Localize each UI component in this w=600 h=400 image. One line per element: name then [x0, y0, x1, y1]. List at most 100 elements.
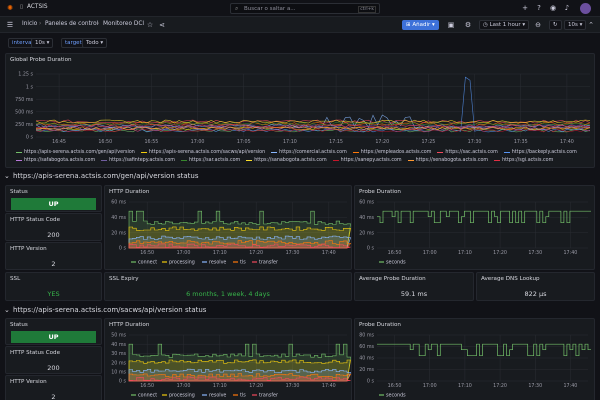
x-tick-label: 17:40 — [322, 383, 336, 389]
legend-item[interactable]: processing — [169, 260, 195, 266]
collapse-icon[interactable]: ⌃ — [586, 20, 596, 30]
probe-duration-panel[interactable]: Probe Duration 60 ms 40 ms 20 ms 0 s 16:50 17… — [354, 185, 595, 270]
y-tick-label: 50 ms — [111, 333, 126, 339]
legend-item[interactable]: connect — [138, 260, 157, 266]
legend-item[interactable]: https://empleados.actsis.com — [352, 150, 431, 155]
grafana-logo-icon[interactable]: ✺ — [5, 3, 15, 13]
settings-icon[interactable]: ⚙ — [463, 20, 473, 30]
y-tick-label: 750 ms — [15, 97, 33, 103]
legend-item[interactable]: https://safintepy.actsis.com — [101, 158, 175, 163]
ssl-value: YES — [47, 290, 60, 298]
legend-item[interactable]: resolve — [209, 260, 226, 266]
legend-item[interactable]: seconds — [386, 260, 406, 266]
y-tick-label: 250 ms — [15, 122, 33, 128]
global-probe-duration-panel[interactable]: Global Probe Duration 1.25 s1 s 750 ms 500… — [5, 53, 595, 168]
series-line — [35, 114, 591, 128]
y-tick-label: 20 ms — [111, 230, 126, 236]
add-button[interactable]: ⊞ Añadir ▾ — [402, 20, 439, 30]
http-duration-chart[interactable]: 60 ms 40 ms 20 ms 0 s 16:50 17:00 17:10 17:20 17… — [105, 186, 353, 271]
http-duration-panel[interactable]: HTTP Duration 60 ms 40 ms 20 ms 0 s 16:50 17:… — [104, 185, 352, 270]
legend-item[interactable]: connect — [138, 393, 157, 399]
legend-item[interactable]: https://safabogota.actsis.com — [16, 158, 95, 163]
legend-item[interactable]: seconds — [386, 393, 406, 399]
y-tick-label: 30 ms — [111, 351, 126, 357]
legend-item[interactable]: transfer — [259, 260, 278, 266]
panel-title: HTTP Status Code — [10, 350, 61, 356]
refresh-button[interactable]: ↻ — [549, 20, 562, 30]
probe-duration-chart[interactable]: 80 ms 60 ms 40 ms 20 ms 0 s 16:50 17:00 17:10 17… — [355, 319, 596, 400]
help-icon[interactable]: ? — [534, 3, 544, 13]
y-tick-label: 0 s — [26, 135, 34, 141]
variables-bar: interval 10s ▾ target Todo ▾ — [0, 34, 600, 52]
http-version-panel[interactable]: HTTP Version 2 — [5, 242, 102, 270]
legend-item[interactable]: tls — [240, 260, 246, 266]
menu-icon[interactable]: ☰ — [5, 20, 15, 30]
save-icon[interactable]: ▣ — [446, 20, 456, 30]
variable-select-interval[interactable]: 10s ▾ — [31, 38, 54, 48]
http-duration-panel[interactable]: HTTP Duration 50 ms 40 ms 30 ms 20 ms 10 ms 0… — [104, 318, 352, 400]
series-line — [377, 343, 591, 357]
x-tick-label: 17:00 — [177, 383, 191, 389]
x-tick-label: 16:50 — [388, 383, 402, 389]
status-panel[interactable]: Status UP — [5, 185, 102, 212]
legend-item[interactable]: https://sar.actsis.com — [180, 158, 240, 163]
ssl-panel[interactable]: SSL YES — [5, 272, 102, 301]
http-duration-chart[interactable]: 50 ms 40 ms 30 ms 20 ms 10 ms 0 s 16:50 17:00 17… — [105, 319, 353, 400]
legend-item[interactable]: resolve — [209, 393, 226, 399]
legend-item[interactable]: transfer — [259, 393, 278, 399]
x-tick-label: 17:20 — [493, 383, 507, 389]
x-tick-label: 17:10 — [213, 250, 227, 256]
x-tick-label: 17:10 — [283, 139, 297, 145]
time-range-picker[interactable]: ◷ Last 1 hour ▾ — [479, 20, 530, 30]
http-status-code-panel[interactable]: HTTP Status Code 200 — [5, 346, 102, 374]
row-title: https://apis-serena.actsis.com/gen/api/v… — [13, 172, 199, 180]
org-name[interactable]: ACTSIS — [27, 4, 48, 10]
row-header[interactable]: ⌄ https://apis-serena.actsis.com/gen/api… — [0, 169, 600, 183]
breadcrumb-item-current: Monitoreo DCI — [103, 21, 145, 27]
zoom-out-icon[interactable]: ⊖ — [533, 20, 543, 30]
legend-item[interactable]: https://apis-serena.actsis.com/gen/api/v… — [16, 150, 135, 155]
panel-title: SSL — [10, 276, 21, 282]
breadcrumb-item-dashboards[interactable]: Paneles de control — [45, 21, 98, 27]
share-icon[interactable]: ⋖ — [157, 20, 167, 30]
average-dns-lookup-panel[interactable]: Average DNS Lookup 822 µs — [476, 272, 595, 301]
legend-item[interactable]: https://sac.actsis.com — [437, 150, 498, 155]
bell-icon[interactable]: ♪ — [562, 3, 572, 13]
x-tick-label: 17:05 — [237, 139, 251, 145]
row-header[interactable]: ⌄ https://apis-serena.actsis.com/sacws/a… — [0, 303, 600, 317]
plus-icon[interactable]: + — [520, 3, 530, 13]
status-panel[interactable]: Status UP — [5, 318, 102, 345]
avatar[interactable] — [580, 3, 591, 14]
legend-item[interactable]: https://apis-serena.actsis.com/sacws/api… — [140, 150, 265, 155]
legend-item[interactable]: https://senabogota.actsis.com — [407, 158, 488, 163]
legend-item[interactable]: https://backeply.actsis.com — [503, 150, 577, 155]
top-bar: ✺ ▯ ACTSIS ⌕ Buscar o saltar a... ctrl+k… — [0, 0, 600, 17]
y-tick-label: 80 ms — [359, 333, 374, 339]
refresh-interval-picker[interactable]: 10s ▾ — [564, 20, 587, 30]
legend-item[interactable]: https://sgi.actsis.com — [494, 158, 553, 163]
x-tick-label: 17:30 — [286, 383, 300, 389]
status-code-value: 200 — [47, 231, 60, 239]
legend-item[interactable]: https://sanabogota.actsis.com — [246, 158, 327, 163]
legend-item[interactable]: tls — [240, 393, 246, 399]
variable-select-target[interactable]: Todo ▾ — [82, 38, 108, 48]
http-status-code-panel[interactable]: HTTP Status Code 200 — [5, 213, 102, 241]
average-probe-duration-panel[interactable]: Average Probe Duration 59.1 ms — [354, 272, 474, 301]
star-icon[interactable]: ☆ — [145, 20, 155, 30]
news-icon[interactable]: ◉ — [548, 3, 558, 13]
y-tick-label: 60 ms — [111, 200, 126, 206]
legend-item[interactable]: https://comercial.actsis.com — [271, 150, 347, 155]
average-dns-lookup-value: 822 µs — [524, 290, 547, 298]
x-tick-label: 17:00 — [177, 250, 191, 256]
http-version-panel[interactable]: HTTP Version 2 — [5, 375, 102, 400]
search-input[interactable]: ⌕ Buscar o saltar a... ctrl+k — [230, 3, 380, 14]
legend-item[interactable]: https://sanepy.actsis.com — [332, 158, 402, 163]
legend-item[interactable]: processing — [169, 393, 195, 399]
probe-duration-panel[interactable]: Probe Duration 80 ms 60 ms 40 ms 20 ms 0 s 16… — [354, 318, 595, 400]
panel-title: Status — [10, 322, 28, 328]
refresh-icon: ↻ — [553, 22, 558, 28]
ssl-expiry-panel[interactable]: SSL Expiry 6 months, 1 week, 4 days — [104, 272, 352, 301]
probe-duration-chart[interactable]: 60 ms 40 ms 20 ms 0 s 16:50 17:00 17:10 17:20 17… — [355, 186, 596, 271]
x-tick-label: 17:40 — [560, 139, 574, 145]
breadcrumb-item-home[interactable]: Inicio — [22, 21, 37, 27]
